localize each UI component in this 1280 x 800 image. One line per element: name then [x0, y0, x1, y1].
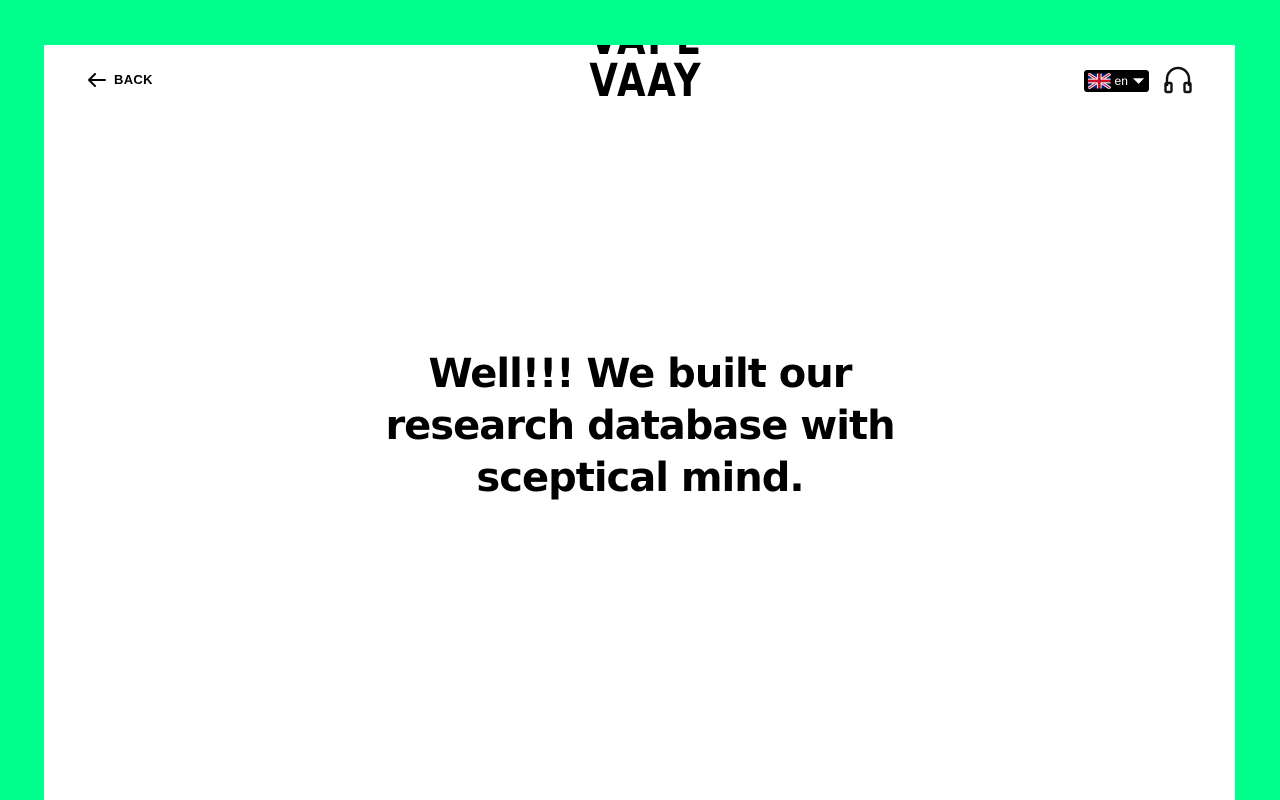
- page-headline: Well!!! We built our research database w…: [385, 351, 895, 501]
- site-logo[interactable]: VAPE VAAY: [578, 18, 704, 114]
- chevron-down-icon: [1132, 78, 1145, 84]
- language-selector[interactable]: en: [1084, 70, 1149, 92]
- logo-line-2: VAAY: [589, 54, 703, 107]
- uk-flag-icon: [1088, 73, 1111, 89]
- logo-top-clip: [578, 18, 704, 45]
- back-button[interactable]: BACK: [88, 72, 153, 87]
- headphones-icon[interactable]: [1164, 66, 1192, 94]
- back-label: BACK: [114, 72, 153, 87]
- arrow-left-icon: [88, 72, 106, 87]
- language-code: en: [1114, 74, 1128, 88]
